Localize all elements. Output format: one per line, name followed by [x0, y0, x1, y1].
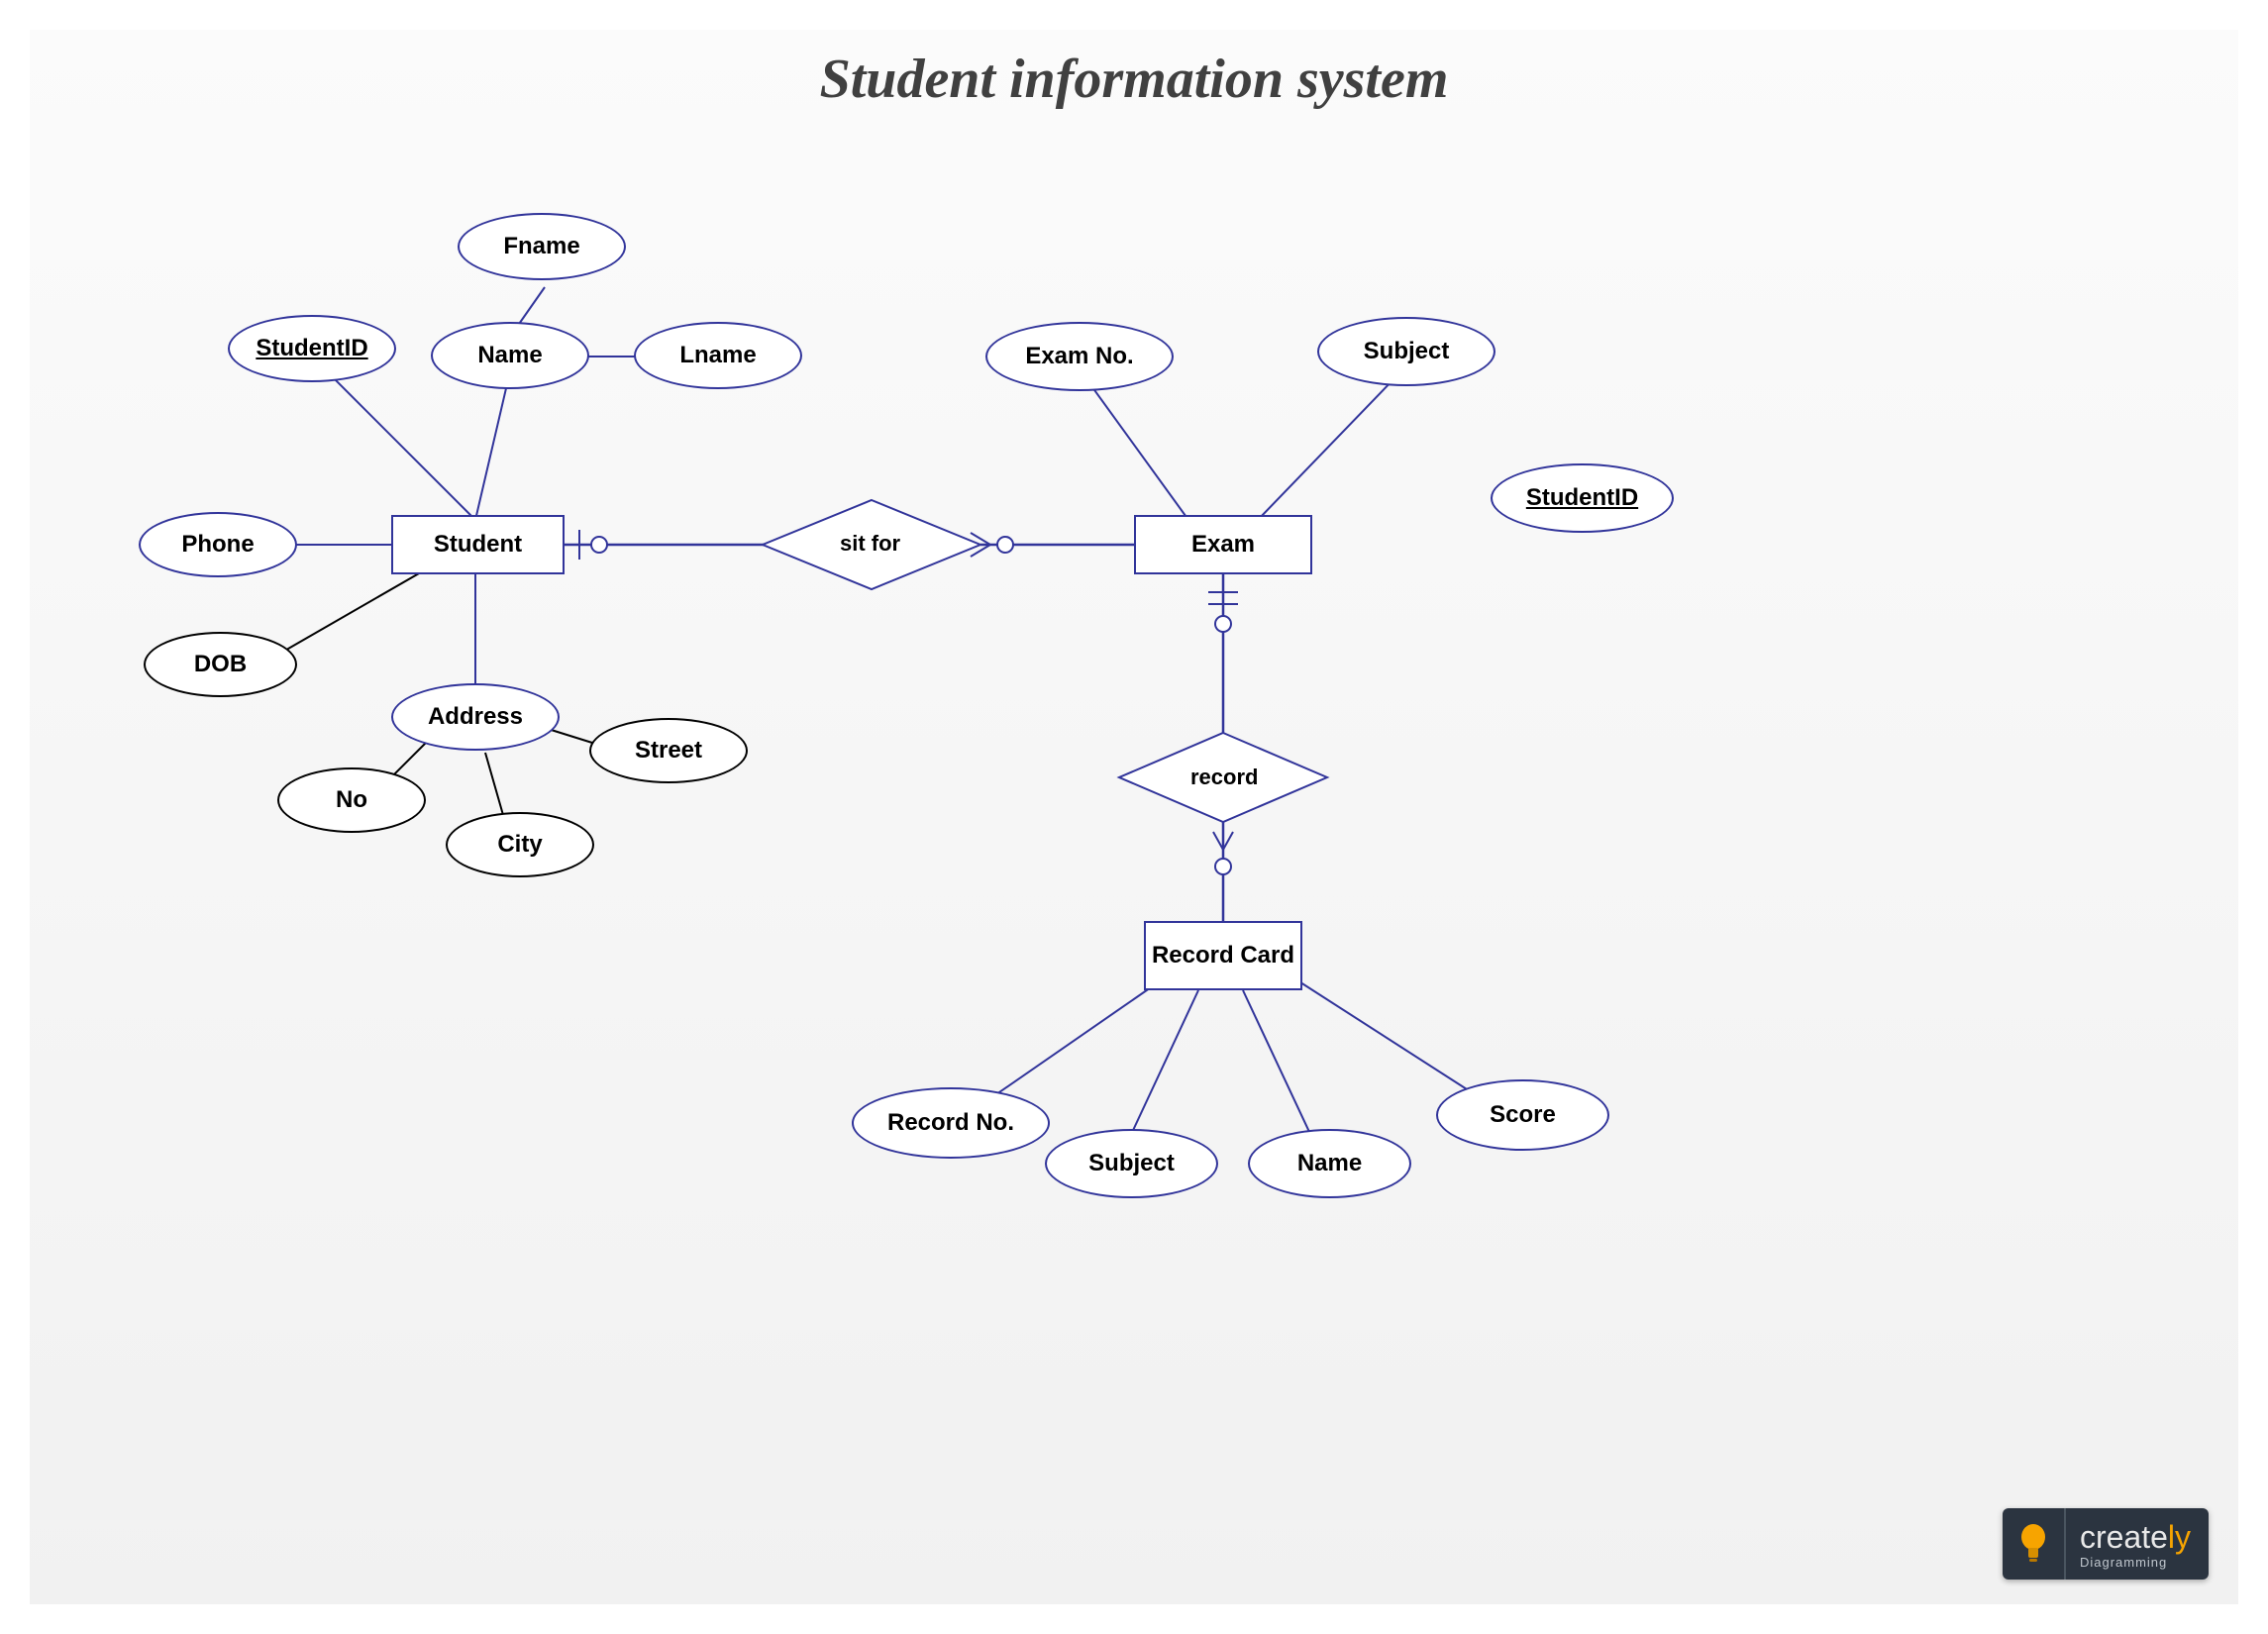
attr-subject-rc-label: Subject: [1088, 1150, 1175, 1177]
attr-lname-label: Lname: [679, 342, 756, 369]
attr-examno-label: Exam No.: [1025, 343, 1133, 370]
bulb-icon: [2003, 1508, 2064, 1580]
attr-name-rc: Name: [1248, 1129, 1411, 1198]
attr-phone: Phone: [139, 512, 297, 577]
entity-recordcard: Record Card: [1144, 921, 1302, 990]
attr-street-label: Street: [635, 737, 702, 765]
attr-recordno-label: Record No.: [887, 1109, 1014, 1137]
attr-score-label: Score: [1490, 1101, 1556, 1129]
attr-fname: Fname: [458, 213, 626, 280]
attr-street: Street: [589, 718, 748, 783]
logo-brand-b: ly: [2168, 1519, 2191, 1555]
logo-subtitle: Diagramming: [2080, 1556, 2191, 1569]
entity-student-label: Student: [434, 531, 522, 559]
attr-studentid: StudentID: [228, 315, 396, 382]
attr-name-rc-label: Name: [1297, 1150, 1362, 1177]
attr-fname-label: Fname: [503, 233, 579, 260]
attr-name: Name: [431, 322, 589, 389]
attr-no: No: [277, 767, 426, 833]
attr-phone-label: Phone: [181, 531, 254, 559]
logo-text: creately Diagramming: [2064, 1508, 2209, 1580]
relationship-record: record: [1190, 765, 1258, 790]
creately-logo: creately Diagramming: [2003, 1508, 2209, 1580]
entity-exam-label: Exam: [1191, 531, 1255, 559]
entity-recordcard-label: Record Card: [1152, 942, 1294, 970]
attr-subject-rc: Subject: [1045, 1129, 1218, 1198]
attr-subject-exam: Subject: [1317, 317, 1495, 386]
logo-brand-a: create: [2080, 1519, 2168, 1555]
attr-studentid-exam-label: StudentID: [1526, 484, 1638, 512]
entity-student: Student: [391, 515, 565, 574]
attr-address-label: Address: [428, 703, 523, 731]
attr-city: City: [446, 812, 594, 877]
attr-lname: Lname: [634, 322, 802, 389]
attr-score: Score: [1436, 1079, 1609, 1151]
attr-dob-label: DOB: [194, 651, 247, 678]
attr-studentid-exam: StudentID: [1491, 463, 1674, 533]
attr-city-label: City: [497, 831, 542, 859]
relationship-sitfor: sit for: [840, 531, 900, 557]
attr-name-label: Name: [477, 342, 542, 369]
attr-no-label: No: [336, 786, 367, 814]
attr-recordno: Record No.: [852, 1087, 1050, 1159]
attr-studentid-label: StudentID: [256, 335, 367, 362]
attr-examno: Exam No.: [985, 322, 1174, 391]
attr-dob: DOB: [144, 632, 297, 697]
entity-exam: Exam: [1134, 515, 1312, 574]
diagram-canvas: Student information system: [30, 30, 2238, 1604]
attr-address: Address: [391, 683, 560, 751]
attr-subject-exam-label: Subject: [1364, 338, 1450, 365]
